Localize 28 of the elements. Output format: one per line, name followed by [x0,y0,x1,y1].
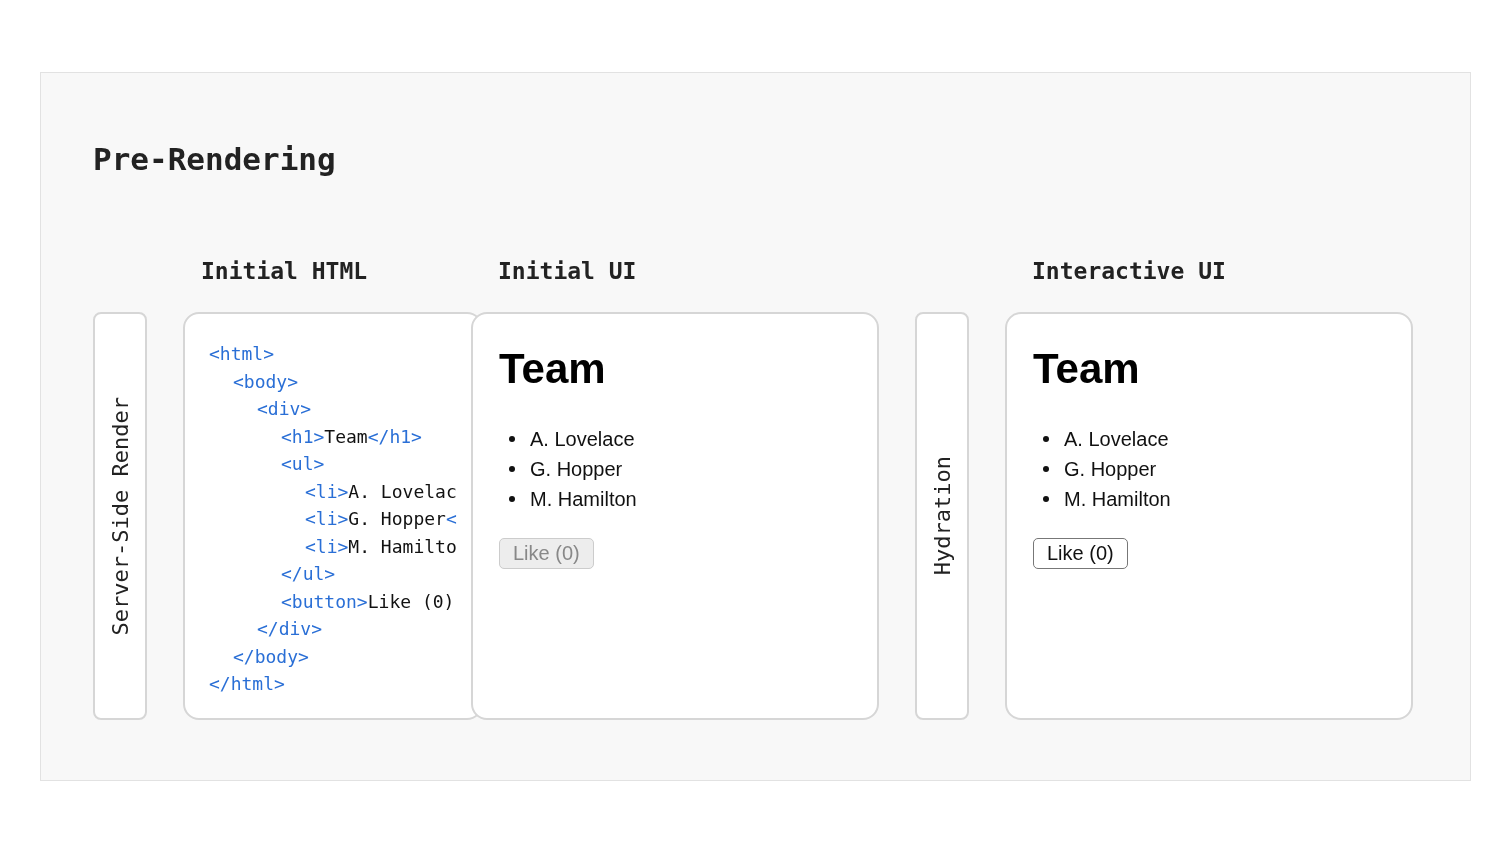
code-line: <li>A. Lovelac [305,479,457,504]
list-item: G. Hopper [509,454,623,484]
code-line: </body> [233,644,309,669]
code-line: <html> [209,342,275,366]
page-heading: Team [1033,344,1140,394]
code-line: </html> [209,672,285,696]
stage-label: Server-Side Render [107,396,133,636]
diagram-title: Pre-Rendering [93,140,336,179]
column-heading: Initial UI [498,257,637,286]
code-line: <li>G. Hopper< [305,507,457,531]
code-line: <h1>Team</h1> [281,424,422,449]
stage-label: Hydration [929,456,955,576]
list-item: M. Hamilton [1043,484,1171,514]
code-line: <button>Like (0) [281,589,455,614]
column-heading: Interactive UI [1032,257,1226,286]
code-line: <div> [257,397,312,421]
list-item: G. Hopper [1043,454,1157,484]
page-heading: Team [499,344,606,394]
column-heading: Initial HTML [201,257,368,286]
code-line: </ul> [281,562,336,586]
list-item: A. Lovelace [1043,424,1169,454]
code-line: <body> [233,369,299,394]
code-line: <ul> [281,452,325,476]
list-item: M. Hamilton [509,484,637,514]
code-line: </div> [257,617,323,641]
code-line: <li>M. Hamilto [305,534,457,559]
list-item: A. Lovelace [509,424,635,454]
like-button[interactable]: Like (0) [1033,538,1128,569]
